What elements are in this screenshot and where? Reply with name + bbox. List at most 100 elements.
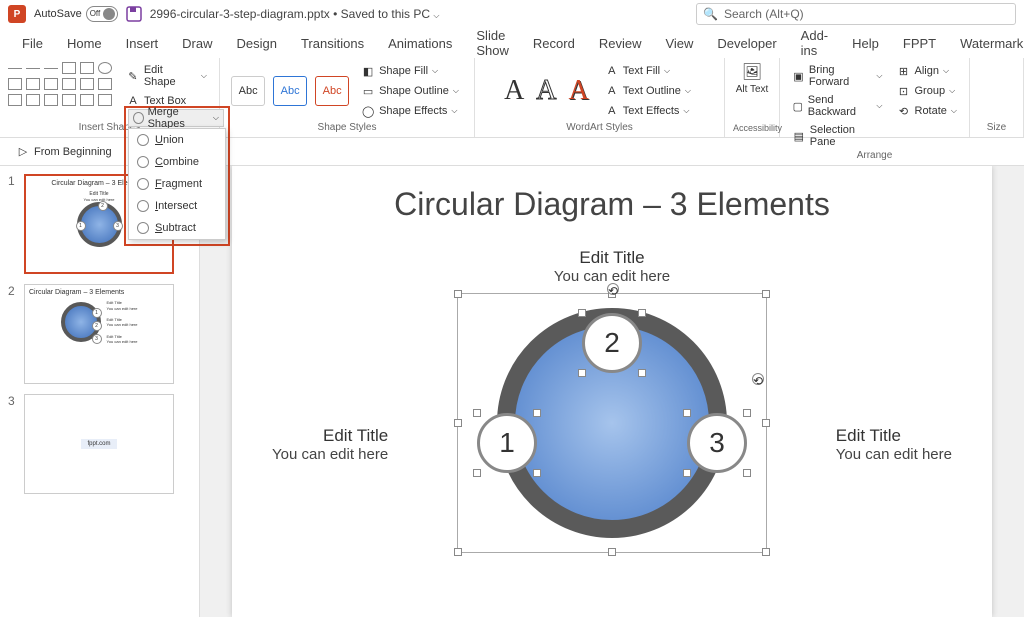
- align-button[interactable]: ⊞Align⌵: [893, 62, 962, 80]
- tab-transitions[interactable]: Transitions: [291, 32, 374, 55]
- tab-slideshow[interactable]: Slide Show: [466, 24, 519, 62]
- thumb-title: Circular Diagram – 3 Elements: [29, 289, 124, 296]
- filename[interactable]: 2996-circular-3-step-diagram.pptx • Save…: [150, 7, 440, 21]
- group-wordart: A A A AText Fill⌵ AText Outline⌵ AText E…: [475, 58, 725, 137]
- search-placeholder: Search (Alt+Q): [724, 7, 804, 21]
- text-outline-icon: A: [605, 84, 619, 98]
- autosave-label: AutoSave: [34, 8, 82, 20]
- rotate-handle[interactable]: ⟲: [752, 373, 764, 385]
- bring-forward-button[interactable]: ▣Bring Forward⌵: [788, 62, 887, 90]
- wordart-preset-1[interactable]: A: [504, 75, 524, 107]
- edit-shape-button[interactable]: ✎Edit Shape⌵: [122, 62, 211, 90]
- tab-home[interactable]: Home: [57, 32, 112, 55]
- wordart-preset-3[interactable]: A: [569, 75, 589, 107]
- thumb-2-row[interactable]: 2 Circular Diagram – 3 Elements 1 2 3 Ed…: [8, 284, 191, 384]
- watermark: fppt.com: [81, 439, 116, 449]
- forward-icon: ▣: [792, 69, 805, 83]
- tab-view[interactable]: View: [655, 32, 703, 55]
- tab-help[interactable]: Help: [842, 32, 889, 55]
- text-outline-button[interactable]: AText Outline⌵: [601, 82, 695, 100]
- group-size: Size: [970, 58, 1024, 137]
- rotate-button[interactable]: ⟲Rotate⌵: [893, 102, 962, 120]
- group-button[interactable]: ⊡Group⌵: [893, 82, 962, 100]
- tab-fppt[interactable]: FPPT: [893, 32, 946, 55]
- backward-icon: ▢: [792, 99, 804, 113]
- effects-icon: ◯: [361, 104, 375, 118]
- merge-shapes-button[interactable]: Merge Shapes⌵: [128, 109, 224, 127]
- shape-fill-button[interactable]: ◧Shape Fill⌵: [357, 62, 463, 80]
- tab-developer[interactable]: Developer: [707, 32, 786, 55]
- merge-shapes-menu: Union Combine Fragment Intersect Subtrac…: [128, 128, 226, 240]
- shape-outline-button[interactable]: ▭Shape Outline⌵: [357, 82, 463, 100]
- toggle-state: Off: [90, 9, 101, 18]
- style-preset-2[interactable]: Abc: [273, 76, 307, 106]
- outline-icon: ▭: [361, 84, 375, 98]
- tab-watermark[interactable]: Watermark: [950, 32, 1024, 55]
- text-effects-icon: A: [605, 104, 619, 118]
- search-input[interactable]: 🔍 Search (Alt+Q): [696, 3, 1016, 25]
- group-shape-styles: Abc Abc Abc ◧Shape Fill⌵ ▭Shape Outline⌵…: [220, 58, 475, 137]
- alt-text-button[interactable]: 🖼 Alt Text: [736, 62, 769, 95]
- selection-pane-button[interactable]: ▤Selection Pane: [788, 122, 887, 150]
- tab-insert[interactable]: Insert: [116, 32, 169, 55]
- menu-subtract[interactable]: Subtract: [129, 217, 225, 239]
- text-box-icon: A: [126, 94, 140, 108]
- rotate-handle[interactable]: ⟲: [607, 283, 619, 295]
- group-arrange: ▣Bring Forward⌵ ▢Send Backward⌵ ▤Selecti…: [780, 58, 970, 137]
- node-2[interactable]: 2: [582, 313, 642, 373]
- menu-fragment[interactable]: Fragment: [129, 173, 225, 195]
- search-icon: 🔍: [703, 7, 718, 21]
- text-fill-button[interactable]: AText Fill⌵: [601, 62, 695, 80]
- group-label: WordArt Styles: [483, 122, 716, 133]
- node-3[interactable]: 3: [687, 413, 747, 473]
- menu-intersect[interactable]: Intersect: [129, 195, 225, 217]
- group-icon: ⊡: [897, 84, 911, 98]
- shape-effects-button[interactable]: ◯Shape Effects⌵: [357, 102, 463, 120]
- tab-file[interactable]: File: [12, 32, 53, 55]
- label-1[interactable]: Edit Title You can edit here: [272, 426, 388, 463]
- menu-combine[interactable]: Combine: [129, 151, 225, 173]
- thumb-3-row[interactable]: 3 fppt.com: [8, 394, 191, 494]
- send-backward-button[interactable]: ▢Send Backward⌵: [788, 92, 887, 120]
- slide[interactable]: Circular Diagram – 3 Elements Edit Title…: [232, 166, 992, 617]
- group-label: Arrange: [788, 150, 961, 161]
- node-1[interactable]: 1: [477, 413, 537, 473]
- tab-review[interactable]: Review: [589, 32, 652, 55]
- thumb-2[interactable]: Circular Diagram – 3 Elements 1 2 3 Edit…: [24, 284, 174, 384]
- toggle-switch[interactable]: Off: [86, 6, 118, 22]
- text-effects-button[interactable]: AText Effects⌵: [601, 102, 695, 120]
- group-accessibility: 🖼 Alt Text Accessibility: [725, 58, 780, 137]
- canvas[interactable]: Circular Diagram – 3 Elements Edit Title…: [200, 166, 1024, 617]
- powerpoint-icon: P: [8, 5, 26, 23]
- diagram[interactable]: ⟲ ⟲ 2 1 3: [422, 243, 802, 563]
- style-preset-1[interactable]: Abc: [231, 76, 265, 106]
- tab-addins[interactable]: Add-ins: [791, 24, 838, 62]
- menu-union[interactable]: Union: [129, 129, 225, 151]
- thumb-3[interactable]: fppt.com: [24, 394, 174, 494]
- fragment-icon: [137, 178, 149, 190]
- tab-design[interactable]: Design: [227, 32, 287, 55]
- subtract-icon: [137, 222, 149, 234]
- align-icon: ⊞: [897, 64, 911, 78]
- group-label: Accessibility: [733, 123, 771, 133]
- text-fill-icon: A: [605, 64, 619, 78]
- fill-icon: ◧: [361, 64, 375, 78]
- style-preset-3[interactable]: Abc: [315, 76, 349, 106]
- label-3[interactable]: Edit Title You can edit here: [836, 426, 952, 463]
- edit-shape-icon: ✎: [126, 69, 140, 83]
- combine-icon: [137, 156, 149, 168]
- alt-text-icon: 🖼: [742, 62, 762, 82]
- intersect-icon: [137, 200, 149, 212]
- group-label: Size: [978, 122, 1015, 133]
- rotate-icon: ⟲: [897, 104, 911, 118]
- wordart-preset-2[interactable]: A: [536, 75, 556, 107]
- slide-title[interactable]: Circular Diagram – 3 Elements: [262, 186, 962, 223]
- tab-animations[interactable]: Animations: [378, 32, 462, 55]
- autosave-toggle[interactable]: AutoSave Off: [34, 6, 118, 22]
- save-icon[interactable]: [126, 6, 142, 22]
- shapes-gallery[interactable]: [8, 62, 114, 110]
- from-beginning-button[interactable]: ▷From Beginning: [12, 143, 116, 161]
- ribbon-tabs: File Home Insert Draw Design Transitions…: [0, 28, 1024, 58]
- tab-draw[interactable]: Draw: [172, 32, 222, 55]
- tab-record[interactable]: Record: [523, 32, 585, 55]
